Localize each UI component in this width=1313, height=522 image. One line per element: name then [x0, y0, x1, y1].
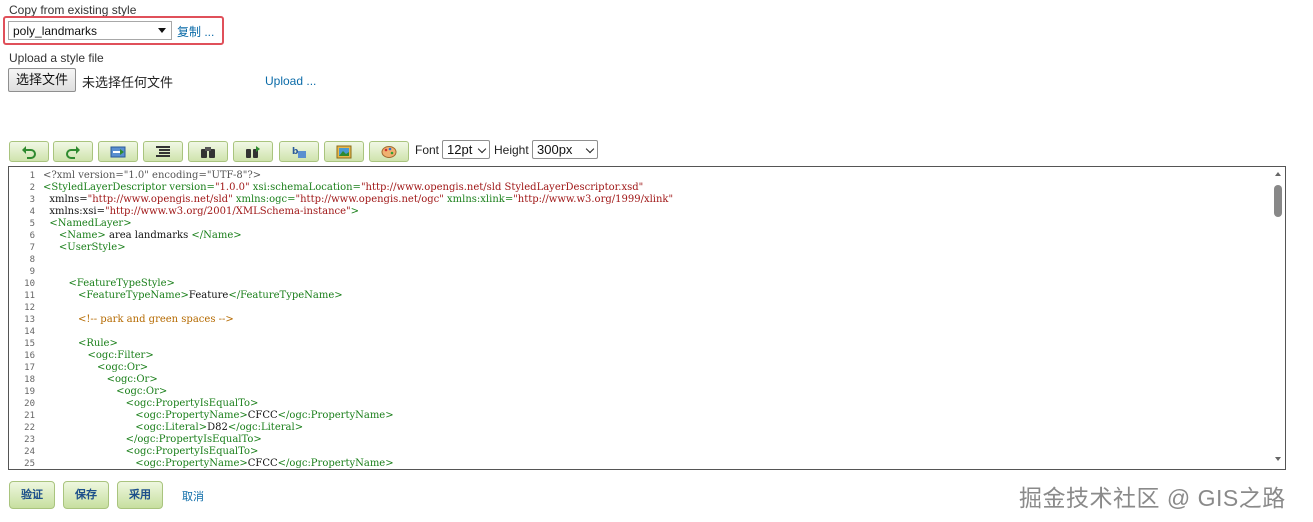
watermark: 掘金技术社区 @ GIS之路 [1019, 485, 1286, 511]
image-button[interactable] [324, 141, 364, 162]
apply-button[interactable]: 采用 [117, 481, 163, 509]
code-line[interactable]: <ogc:Literal>D82</ogc:Literal> [43, 422, 303, 433]
code-line[interactable]: xmlns="http://www.opengis.net/sld" xmlns… [43, 194, 673, 205]
line-number: 11 [24, 291, 35, 301]
line-number: 17 [24, 363, 35, 373]
svg-text:b: b [292, 147, 299, 157]
scroll-thumb[interactable] [1274, 185, 1282, 217]
line-number: 18 [24, 375, 35, 385]
reformat-icon [156, 145, 170, 157]
line-number: 16 [24, 351, 35, 361]
copy-style-label: Copy from existing style [9, 3, 137, 17]
code-line[interactable]: <ogc:Filter> [43, 350, 154, 361]
code-line[interactable]: <ogc:PropertyName>CFCC</ogc:PropertyName… [43, 410, 393, 421]
cancel-link[interactable]: 取消 [182, 488, 204, 504]
editor-height-value: 300px [537, 142, 573, 157]
line-number: 21 [24, 411, 35, 421]
upload-style-label: Upload a style file [9, 51, 104, 65]
code-line[interactable]: <ogc:PropertyIsEqualTo> [43, 446, 259, 457]
choose-file-button[interactable]: 选择文件 [8, 68, 76, 92]
code-line[interactable]: <ogc:PropertyIsEqualTo> [43, 398, 259, 409]
line-number: 24 [24, 447, 35, 457]
goto-line-icon [110, 146, 126, 157]
undo-icon [22, 145, 36, 159]
code-line[interactable]: <ogc:PropertyName>CFCC</ogc:PropertyName… [43, 458, 393, 469]
line-number: 10 [24, 279, 35, 289]
syntax-highlight-button[interactable]: b [279, 141, 319, 162]
existing-style-select[interactable]: poly_landmarks [8, 21, 172, 40]
line-number: 14 [24, 327, 35, 337]
code-line[interactable]: <ogc:Or> [43, 362, 148, 373]
line-number: 8 [29, 255, 35, 265]
save-button[interactable]: 保存 [63, 481, 109, 509]
validate-button[interactable]: 验证 [9, 481, 55, 509]
vertical-scrollbar[interactable] [1271, 167, 1285, 469]
chevron-down-icon [477, 144, 487, 154]
code-line[interactable]: <UserStyle> [43, 242, 126, 253]
find-button[interactable] [188, 141, 228, 162]
code-line[interactable]: <Name> area landmarks </Name> [43, 230, 242, 241]
code-line[interactable]: <FeatureTypeStyle> [43, 278, 174, 289]
color-palette-button[interactable] [369, 141, 409, 162]
line-number: 1 [29, 171, 35, 181]
editor-height-select[interactable]: 300px [532, 140, 598, 159]
code-line[interactable]: <Rule> [43, 338, 118, 349]
color-palette-icon [381, 145, 397, 158]
code-line[interactable]: <?xml version="1.0" encoding="UTF-8"?> [43, 170, 261, 181]
scroll-down-icon[interactable] [1275, 457, 1281, 461]
chevron-down-icon [585, 144, 595, 154]
find-replace-button[interactable] [233, 141, 273, 162]
line-number: 25 [24, 459, 35, 469]
code-line[interactable]: </ogc:PropertyIsEqualTo> [43, 434, 262, 445]
font-label: Font [415, 143, 440, 157]
font-size-select[interactable]: 12pt [442, 140, 490, 159]
line-number: 22 [24, 423, 35, 433]
image-icon [336, 145, 352, 158]
height-label: Height [494, 143, 529, 157]
no-file-chosen-text: 未选择任何文件 [82, 75, 174, 90]
reformat-button[interactable] [143, 141, 183, 162]
line-number: 23 [24, 435, 35, 445]
line-number: 3 [29, 195, 35, 205]
goto-line-button[interactable] [98, 141, 138, 162]
redo-button[interactable] [53, 141, 93, 162]
code-line[interactable]: <!-- park and green spaces --> [43, 314, 234, 325]
line-number: 4 [29, 207, 35, 217]
code-line[interactable]: <NamedLayer> [43, 218, 131, 229]
line-number: 13 [24, 315, 35, 325]
line-number: 12 [24, 303, 35, 313]
font-size-value: 12pt [447, 142, 473, 157]
scroll-up-icon[interactable] [1275, 172, 1281, 176]
undo-button[interactable] [9, 141, 49, 162]
code-line[interactable]: xmlns:xsi="http://www.w3.org/2001/XMLSch… [43, 206, 359, 217]
find-replace-icon [246, 145, 260, 158]
sld-code-editor[interactable]: 1 2 3 4 5 6 7 8 9 10 11 12 13 14 15 16 17 18 19 20 21 22 23 24 2… [8, 166, 1286, 470]
find-icon [201, 146, 215, 158]
syntax-highlight-icon: b [292, 147, 306, 158]
line-number: 7 [29, 243, 35, 253]
upload-link[interactable]: Upload ... [265, 74, 316, 88]
line-number-gutter: 1 2 3 4 5 6 7 8 9 10 11 12 13 14 15 16 17 18 19 20 21 22 23 24 2… [9, 167, 39, 469]
line-number: 5 [29, 219, 35, 229]
line-number: 19 [24, 387, 35, 397]
line-number: 9 [29, 267, 35, 277]
code-line[interactable]: <FeatureTypeName>Feature</FeatureTypeNam… [43, 290, 343, 301]
code-line[interactable]: <ogc:Or> [43, 386, 167, 397]
line-number: 6 [29, 231, 35, 241]
dropdown-arrow-icon [158, 28, 166, 33]
existing-style-value: poly_landmarks [13, 24, 98, 38]
code-line[interactable]: <ogc:Or> [43, 374, 158, 385]
redo-icon [66, 145, 80, 159]
code-line[interactable]: <StyledLayerDescriptor version="1.0.0" x… [43, 182, 643, 193]
line-number: 20 [24, 399, 35, 409]
line-number: 15 [24, 339, 35, 349]
copy-style-link[interactable]: 复制 ... [177, 23, 214, 40]
line-number: 2 [29, 183, 35, 193]
